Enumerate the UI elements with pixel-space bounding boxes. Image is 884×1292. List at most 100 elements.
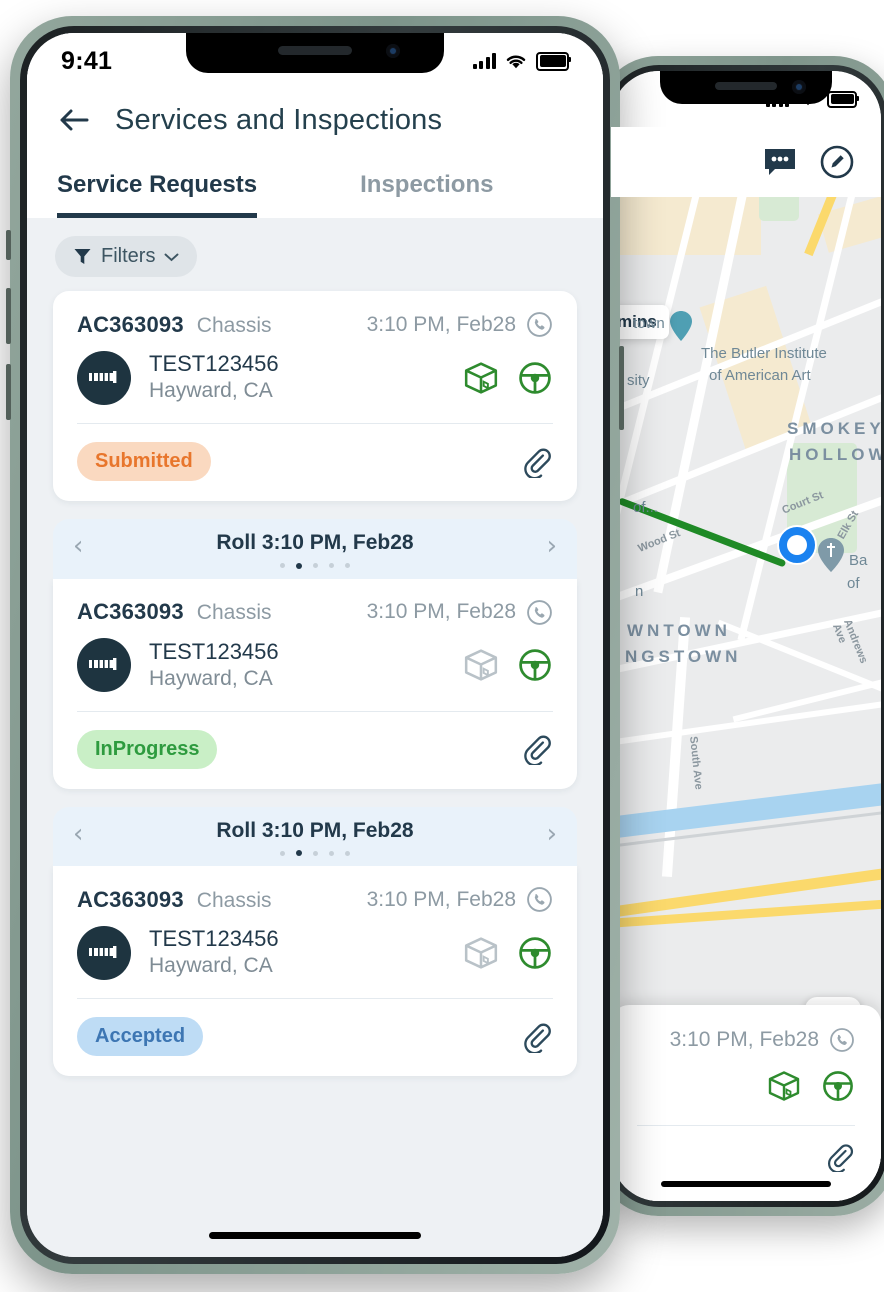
carousel-dot[interactable] [296,850,302,857]
vehicle-location: Hayward, CA [149,954,273,978]
home-indicator [209,1232,421,1239]
card-status-icons [463,360,553,396]
service-request-card[interactable]: AC363093 Chassis 3:10 PM, Feb28 TEST1234… [53,866,577,1077]
current-location-dot [779,527,815,563]
chassis-icon [89,943,117,962]
tab-service-requests[interactable]: Service Requests [57,163,258,218]
vehicle-name: TEST123456 [149,638,279,664]
steering-wheel-icon[interactable] [517,935,553,971]
church-pin-icon[interactable] [817,537,845,573]
steering-wheel-icon[interactable] [517,360,553,396]
carousel-dot[interactable] [345,563,350,569]
chevron-left-icon[interactable]: ‹ [73,533,83,559]
front-phone-mute-switch [6,230,11,260]
avatar [77,925,131,980]
back-arrow-icon[interactable] [57,103,91,137]
sheet-time: 3:10 PM, Feb28 [669,1028,819,1051]
tab-inspections[interactable]: Inspections [360,163,493,218]
map-label: The Butler Institute [701,345,827,362]
box-icon[interactable] [463,647,499,683]
steering-wheel-icon[interactable] [517,647,553,683]
status-badge: InProgress [77,729,218,769]
page-title: Services and Inspections [115,103,443,136]
map-label: of [847,575,860,592]
front-phone-frame: 9:41 Services and Inspections Service Re… [6,16,624,1274]
card-bottom-row: Accepted [53,999,577,1076]
vehicle-location: Hayward, CA [149,379,273,403]
back-phone-screen: mins town sity The Butler Institute of Amer… [611,71,881,1201]
request-time: 3:10 PM, Feb28 [366,887,516,911]
paperclip-icon[interactable] [521,1021,553,1053]
vehicle-location: Hayward, CA [149,666,273,690]
carousel-dots [73,850,557,857]
services-inspections-app: 9:41 Services and Inspections Service Re… [27,33,603,1257]
box-icon[interactable] [463,935,499,971]
chevron-right-icon[interactable]: › [547,821,557,847]
roll-title: Roll 3:10 PM, Feb28 [216,531,414,555]
carousel-dot[interactable] [329,850,334,856]
card-top-row: AC363093 Chassis 3:10 PM, Feb28 [53,866,577,917]
card-bottom-row: Submitted [53,424,577,501]
front-phone-screen: 9:41 Services and Inspections Service Re… [27,33,603,1257]
status-badge: Submitted [77,442,211,482]
chevron-left-icon[interactable]: ‹ [73,821,83,847]
filters-label: Filters [101,245,156,267]
phone-clock-icon[interactable] [829,1027,855,1053]
map-label: sity [627,372,650,389]
card-top-row: AC363093 Chassis 3:10 PM, Feb28 [53,579,577,630]
front-phone-status-bar: 9:41 [27,33,603,89]
map-label: n [635,583,644,600]
service-request-card[interactable]: AC363093 Chassis 3:10 PM, Feb28 TEST1234… [53,291,577,502]
request-time: 3:10 PM, Feb28 [366,600,516,624]
map-marker-icon[interactable] [667,309,695,345]
cellular-bars-icon [765,91,789,107]
card-status-icons [463,647,553,683]
map-label: HOLLOW [789,445,881,464]
map-bottom-sheet[interactable]: 3:10 PM, Feb28 [611,1005,881,1201]
paperclip-icon[interactable] [521,733,553,766]
filter-funnel-icon [74,249,91,264]
request-id: AC363093 [77,311,184,337]
back-phone-frame: mins town sity The Butler Institute of Amer… [593,56,884,1216]
back-phone-status-bar [611,71,881,127]
steering-wheel-icon[interactable] [821,1069,855,1103]
request-list-scroll[interactable]: Filters AC363093 Chassis 3:10 PM, Feb28 [27,218,603,1257]
phone-clock-icon[interactable] [526,599,553,626]
battery-full-icon [536,51,571,71]
carousel-dot[interactable] [313,850,318,856]
roll-title: Roll 3:10 PM, Feb28 [216,818,414,842]
map-street-label: South Ave [687,735,705,791]
roll-banner[interactable]: ‹ › Roll 3:10 PM, Feb28 [53,806,577,867]
card-bottom-row: InProgress [53,712,577,789]
cellular-bars-icon [472,53,496,69]
carousel-dot[interactable] [329,563,334,569]
chevron-right-icon[interactable]: › [547,533,557,559]
card-vehicle-row: TEST123456 Hayward, CA [53,342,577,423]
map-label: Ba [849,552,868,569]
service-request-card[interactable]: AC363093 Chassis 3:10 PM, Feb28 TEST1234… [53,578,577,789]
edit-pencil-icon[interactable] [819,144,855,180]
carousel-dot[interactable] [313,563,318,569]
carousel-dot[interactable] [345,850,350,856]
map-label: of... [633,499,659,516]
front-phone-power-button [619,346,624,430]
roll-banner[interactable]: ‹ › Roll 3:10 PM, Feb28 [53,519,577,579]
card-status-icons [463,935,553,971]
chevron-down-icon [165,253,179,261]
request-type: Chassis [196,888,272,912]
carousel-dot[interactable] [280,850,285,856]
box-icon[interactable] [463,360,499,396]
filters-button[interactable]: Filters [55,236,198,277]
phone-clock-icon[interactable] [526,311,553,338]
avatar [77,638,131,693]
paperclip-icon[interactable] [825,1142,855,1172]
phone-clock-icon[interactable] [526,886,553,913]
app-bar: Services and Inspections [27,89,603,147]
carousel-dot[interactable] [280,563,285,569]
map-park [759,197,799,221]
paperclip-icon[interactable] [521,446,553,478]
carousel-dot[interactable] [296,562,302,569]
chat-bubble-icon[interactable] [763,147,797,177]
wifi-icon [799,93,817,106]
box-icon[interactable] [767,1069,801,1103]
